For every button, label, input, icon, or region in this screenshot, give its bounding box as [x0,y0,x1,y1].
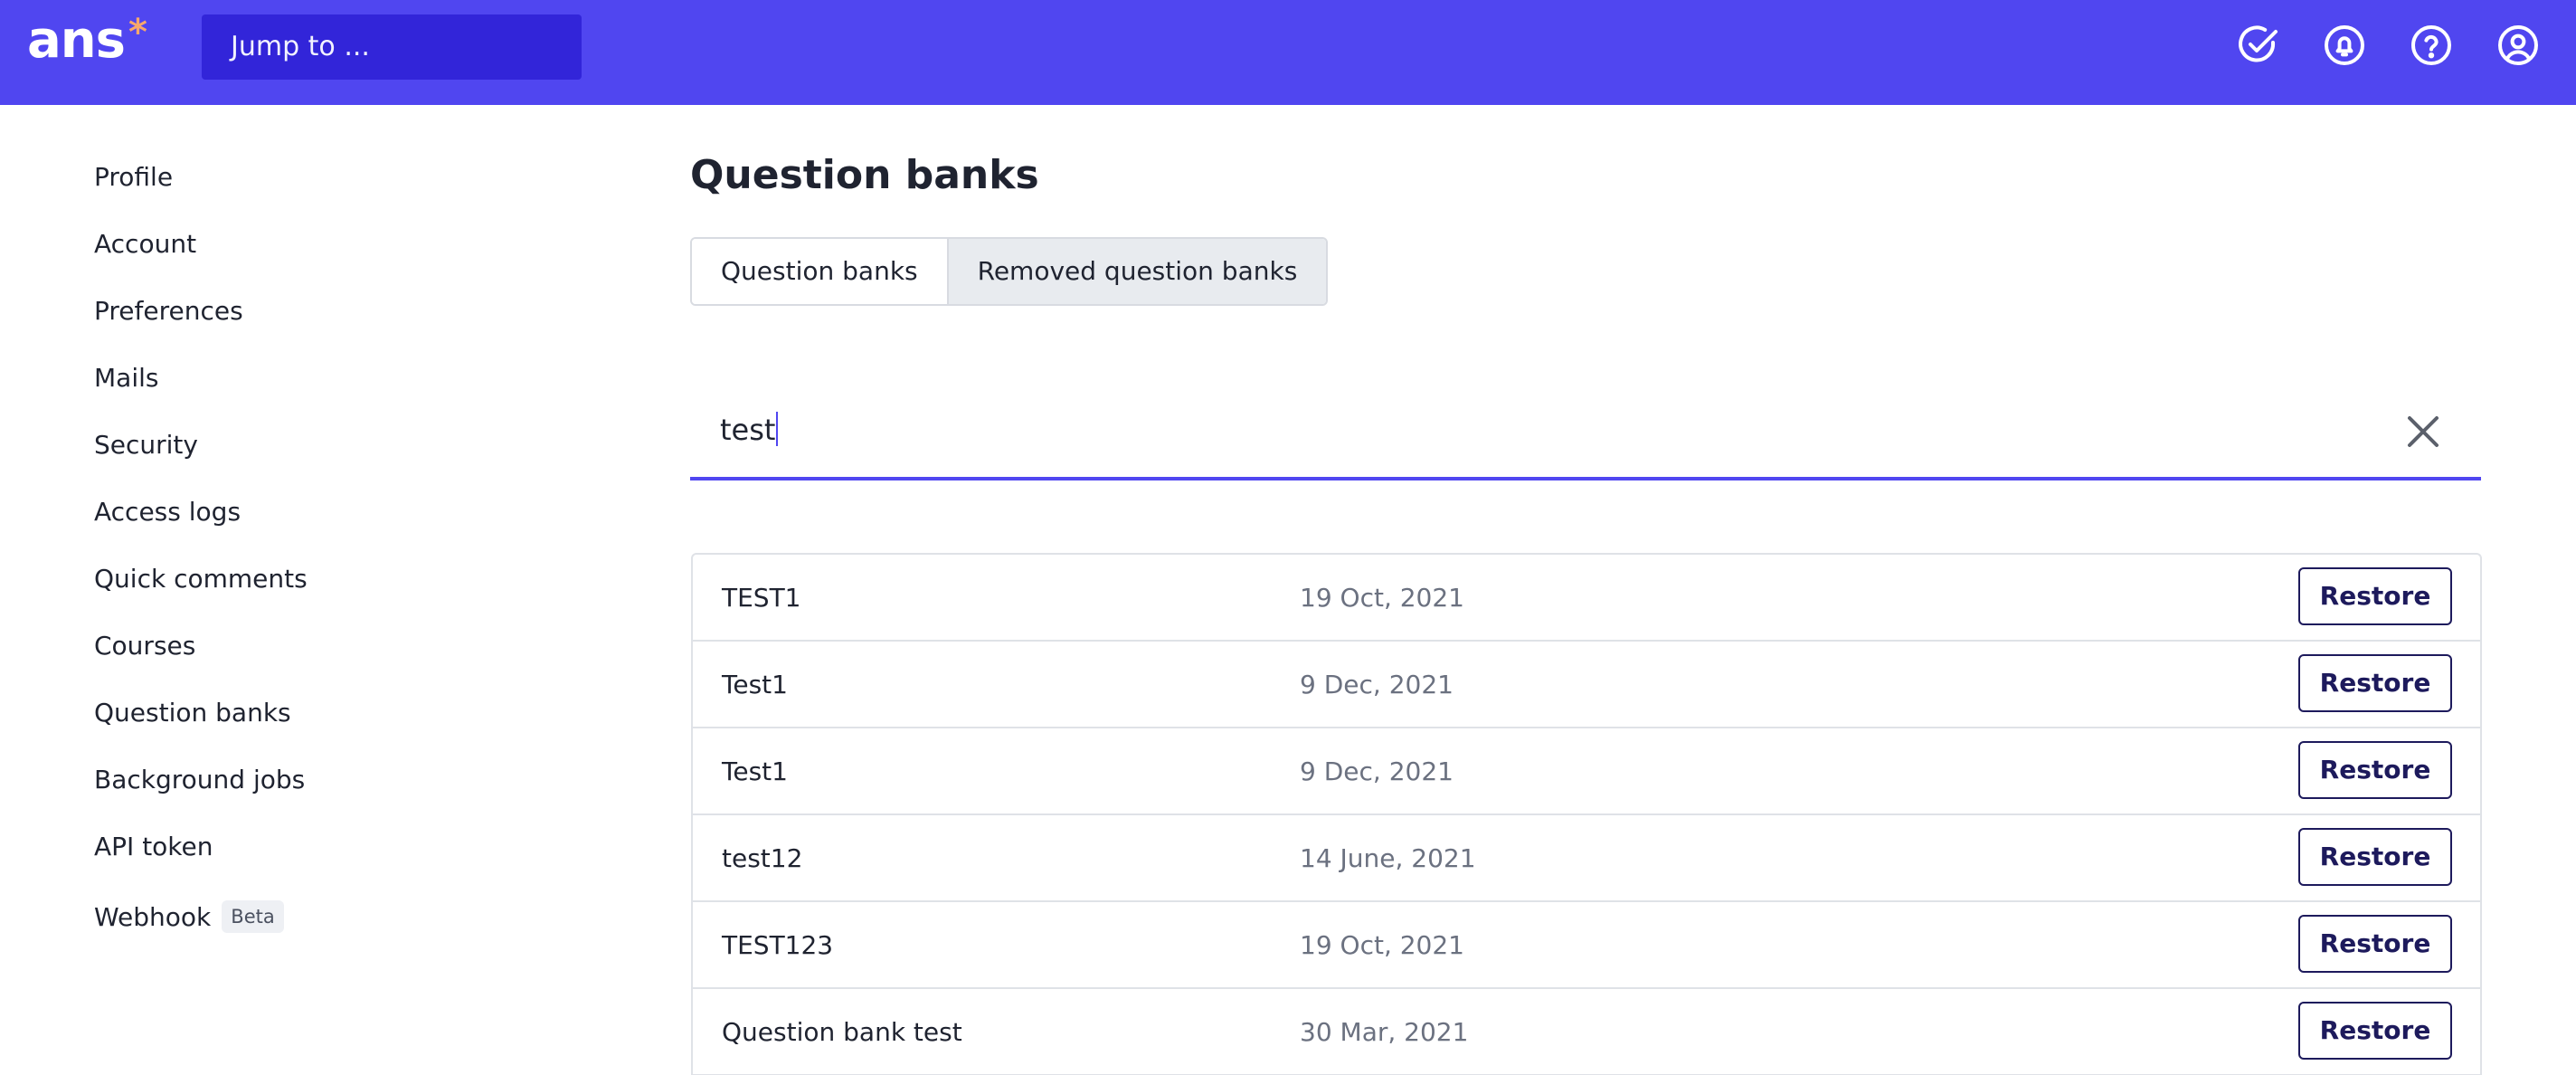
search-value: test [720,413,776,447]
jump-to-input[interactable]: Jump to ... [202,14,582,80]
row-name: TEST123 [722,930,834,960]
tab-removed-question-banks[interactable]: Removed question banks [946,239,1327,304]
sidebar-item-background-jobs[interactable]: Background jobs [94,764,305,796]
removed-question-banks-list: TEST1 19 Oct, 2021 Restore Test1 9 Dec, … [691,553,2482,1075]
table-row: Test1 9 Dec, 2021 Restore [693,728,2480,815]
table-row: Question bank test 30 Mar, 2021 Restore [693,989,2480,1075]
row-date: 30 Mar, 2021 [1300,1017,1469,1047]
row-name: Question bank test [722,1017,962,1047]
close-icon [2408,416,2439,447]
row-date: 9 Dec, 2021 [1300,756,1454,786]
row-date: 14 June, 2021 [1300,843,1476,873]
table-row: test12 14 June, 2021 Restore [693,815,2480,902]
top-bar: ans * Jump to ... [0,0,2576,105]
check-circle-icon[interactable] [2236,24,2279,67]
restore-button[interactable]: Restore [2298,741,2452,799]
row-name: test12 [722,843,803,873]
sidebar-item-security[interactable]: Security [94,429,198,461]
logo-star: * [128,12,147,53]
bell-icon[interactable] [2323,24,2366,67]
clear-search-button[interactable] [2396,404,2450,459]
logo-text: ans [27,11,126,70]
search-field[interactable]: test [690,385,2481,480]
sidebar-item-webhook[interactable]: Webhook Beta [94,900,284,935]
user-icon[interactable] [2496,24,2540,67]
sidebar-item-courses[interactable]: Courses [94,630,195,662]
text-caret [776,412,779,446]
restore-button[interactable]: Restore [2298,1002,2452,1060]
restore-button[interactable]: Restore [2298,828,2452,886]
sidebar-item-mails[interactable]: Mails [94,362,158,395]
sidebar-item-question-banks[interactable]: Question banks [94,697,291,729]
search-input[interactable]: test [720,408,779,452]
table-row: TEST123 19 Oct, 2021 Restore [693,902,2480,989]
sidebar-item-profile[interactable]: Profile [94,161,173,194]
tab-question-banks[interactable]: Question banks [692,239,947,304]
table-row: TEST1 19 Oct, 2021 Restore [693,555,2480,642]
logo[interactable]: ans * [27,13,147,76]
row-date: 19 Oct, 2021 [1300,930,1464,960]
sidebar-item-label: Webhook [94,902,212,932]
row-name: Test1 [722,756,788,786]
row-date: 9 Dec, 2021 [1300,670,1454,699]
restore-button[interactable]: Restore [2298,654,2452,712]
table-row: Test1 9 Dec, 2021 Restore [693,642,2480,728]
sidebar-item-account[interactable]: Account [94,228,196,261]
sidebar-item-quick-comments[interactable]: Quick comments [94,563,308,595]
beta-badge: Beta [222,900,284,933]
page-title: Question banks [690,152,1039,198]
restore-button[interactable]: Restore [2298,567,2452,625]
help-icon[interactable] [2410,24,2453,67]
sidebar-item-api-token[interactable]: API token [94,831,213,863]
sidebar-item-preferences[interactable]: Preferences [94,295,243,328]
row-date: 19 Oct, 2021 [1300,583,1464,613]
row-name: TEST1 [722,583,801,613]
row-name: Test1 [722,670,788,699]
restore-button[interactable]: Restore [2298,915,2452,973]
tabs: Question banks Removed question banks [690,237,1329,306]
sidebar-item-access-logs[interactable]: Access logs [94,496,241,528]
